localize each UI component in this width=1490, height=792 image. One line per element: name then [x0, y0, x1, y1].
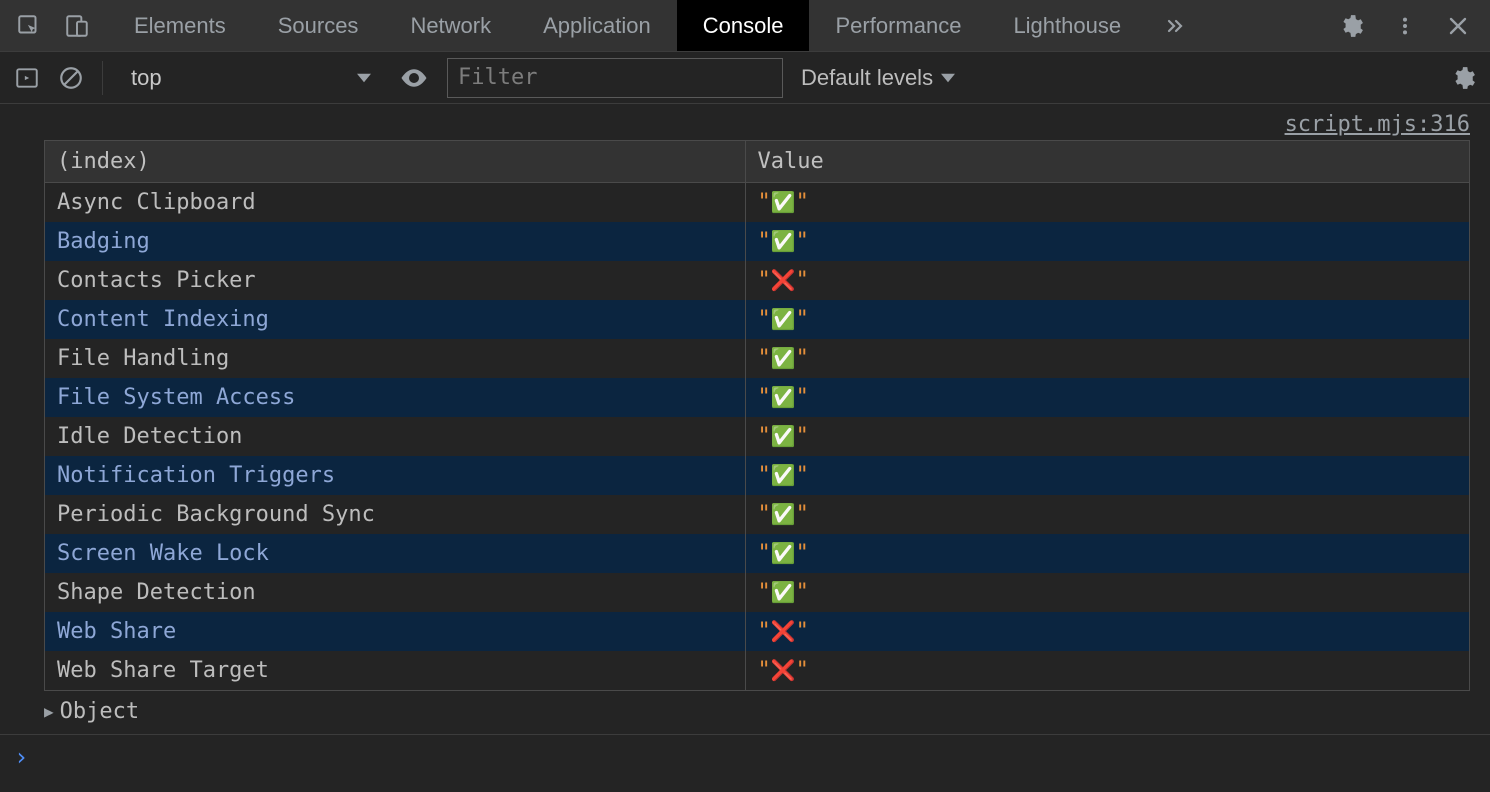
table-cell-index: Periodic Background Sync	[45, 495, 745, 534]
inspect-element-icon[interactable]	[16, 13, 42, 39]
tab-sources[interactable]: Sources	[252, 0, 385, 51]
table-row[interactable]: Web Share Target"❌"	[45, 651, 1469, 690]
table-cell-index: Screen Wake Lock	[45, 534, 745, 573]
table-cell-index: Async Clipboard	[45, 183, 745, 223]
table-row[interactable]: Badging"✅"	[45, 222, 1469, 261]
eye-icon[interactable]	[399, 63, 429, 93]
tabbar-trailing-icons	[1328, 0, 1490, 51]
console-toolbar: top Default levels	[0, 52, 1490, 104]
tab-lighthouse[interactable]: Lighthouse	[987, 0, 1147, 51]
execution-context-label: top	[131, 65, 162, 91]
tab-label: Performance	[835, 13, 961, 39]
table-cell-value: "✅"	[745, 573, 1469, 612]
table-cell-value: "✅"	[745, 300, 1469, 339]
dropdown-triangle-icon	[357, 71, 371, 85]
tab-application[interactable]: Application	[517, 0, 677, 51]
table-row[interactable]: Periodic Background Sync"✅"	[45, 495, 1469, 534]
table-cell-value: "✅"	[745, 456, 1469, 495]
table-cell-value: "❌"	[745, 612, 1469, 651]
console-prompt[interactable]: ›	[0, 734, 1490, 779]
message-source-row: script.mjs:316	[0, 104, 1490, 140]
table-header-row: (index) Value	[45, 141, 1469, 183]
table-cell-value: "✅"	[745, 339, 1469, 378]
table-header-value[interactable]: Value	[745, 141, 1469, 183]
table-row[interactable]: Content Indexing"✅"	[45, 300, 1469, 339]
table-cell-value: "✅"	[745, 417, 1469, 456]
tab-elements[interactable]: Elements	[108, 0, 252, 51]
tab-label: Elements	[134, 13, 226, 39]
tab-console[interactable]: Console	[677, 0, 810, 51]
tab-label: Network	[410, 13, 491, 39]
table-cell-value: "✅"	[745, 534, 1469, 573]
console-filter-input[interactable]	[447, 58, 783, 98]
table-cell-value: "✅"	[745, 378, 1469, 417]
disclosure-triangle-icon: ▶	[44, 702, 54, 721]
table-cell-index: Web Share	[45, 612, 745, 651]
table-cell-index: Idle Detection	[45, 417, 745, 456]
table-cell-index: Shape Detection	[45, 573, 745, 612]
table-row[interactable]: Contacts Picker"❌"	[45, 261, 1469, 300]
console-table: (index) Value Async Clipboard"✅"Badging"…	[44, 140, 1470, 691]
prompt-chevron-icon: ›	[14, 743, 28, 771]
chevron-double-right-icon	[1163, 14, 1187, 38]
table-cell-value: "❌"	[745, 261, 1469, 300]
table-row[interactable]: Async Clipboard"✅"	[45, 183, 1469, 223]
close-icon[interactable]	[1446, 14, 1470, 38]
object-expander[interactable]: ▶ Object	[44, 695, 1490, 734]
log-levels-select[interactable]: Default levels	[801, 65, 955, 91]
device-toolbar-icon[interactable]	[64, 13, 90, 39]
table-header-index[interactable]: (index)	[45, 141, 745, 183]
table-cell-index: Content Indexing	[45, 300, 745, 339]
table-cell-index: File Handling	[45, 339, 745, 378]
tab-label: Application	[543, 13, 651, 39]
tab-performance[interactable]: Performance	[809, 0, 987, 51]
table-cell-value: "❌"	[745, 651, 1469, 690]
tabbar-leading-icons	[0, 0, 108, 51]
more-tabs-button[interactable]	[1147, 0, 1203, 51]
table-cell-value: "✅"	[745, 183, 1469, 223]
tab-network[interactable]: Network	[384, 0, 517, 51]
object-label: Object	[60, 699, 139, 724]
devtools-tabbar: Elements Sources Network Application Con…	[0, 0, 1490, 52]
gear-icon[interactable]	[1450, 65, 1476, 91]
table-cell-index: Notification Triggers	[45, 456, 745, 495]
kebab-menu-icon[interactable]	[1394, 13, 1416, 39]
tab-label: Lighthouse	[1013, 13, 1121, 39]
table-cell-index: File System Access	[45, 378, 745, 417]
table-cell-value: "✅"	[745, 495, 1469, 534]
gear-icon[interactable]	[1338, 13, 1364, 39]
table-row[interactable]: Idle Detection"✅"	[45, 417, 1469, 456]
table-row[interactable]: Screen Wake Lock"✅"	[45, 534, 1469, 573]
dropdown-triangle-icon	[941, 71, 955, 85]
source-link[interactable]: script.mjs:316	[1285, 112, 1470, 137]
log-levels-label: Default levels	[801, 65, 933, 91]
clear-console-icon[interactable]	[58, 65, 84, 91]
toolbar-separator	[102, 61, 103, 95]
table-cell-value: "✅"	[745, 222, 1469, 261]
table-row[interactable]: File System Access"✅"	[45, 378, 1469, 417]
table-row[interactable]: File Handling"✅"	[45, 339, 1469, 378]
table-row[interactable]: Shape Detection"✅"	[45, 573, 1469, 612]
console-body: script.mjs:316 (index) Value Async Clipb…	[0, 104, 1490, 734]
table-row[interactable]: Notification Triggers"✅"	[45, 456, 1469, 495]
tab-label: Console	[703, 13, 784, 39]
table-cell-index: Contacts Picker	[45, 261, 745, 300]
console-sidebar-toggle-icon[interactable]	[14, 65, 40, 91]
tab-label: Sources	[278, 13, 359, 39]
table-row[interactable]: Web Share"❌"	[45, 612, 1469, 651]
table-cell-index: Badging	[45, 222, 745, 261]
table-cell-index: Web Share Target	[45, 651, 745, 690]
execution-context-select[interactable]: top	[121, 60, 381, 96]
